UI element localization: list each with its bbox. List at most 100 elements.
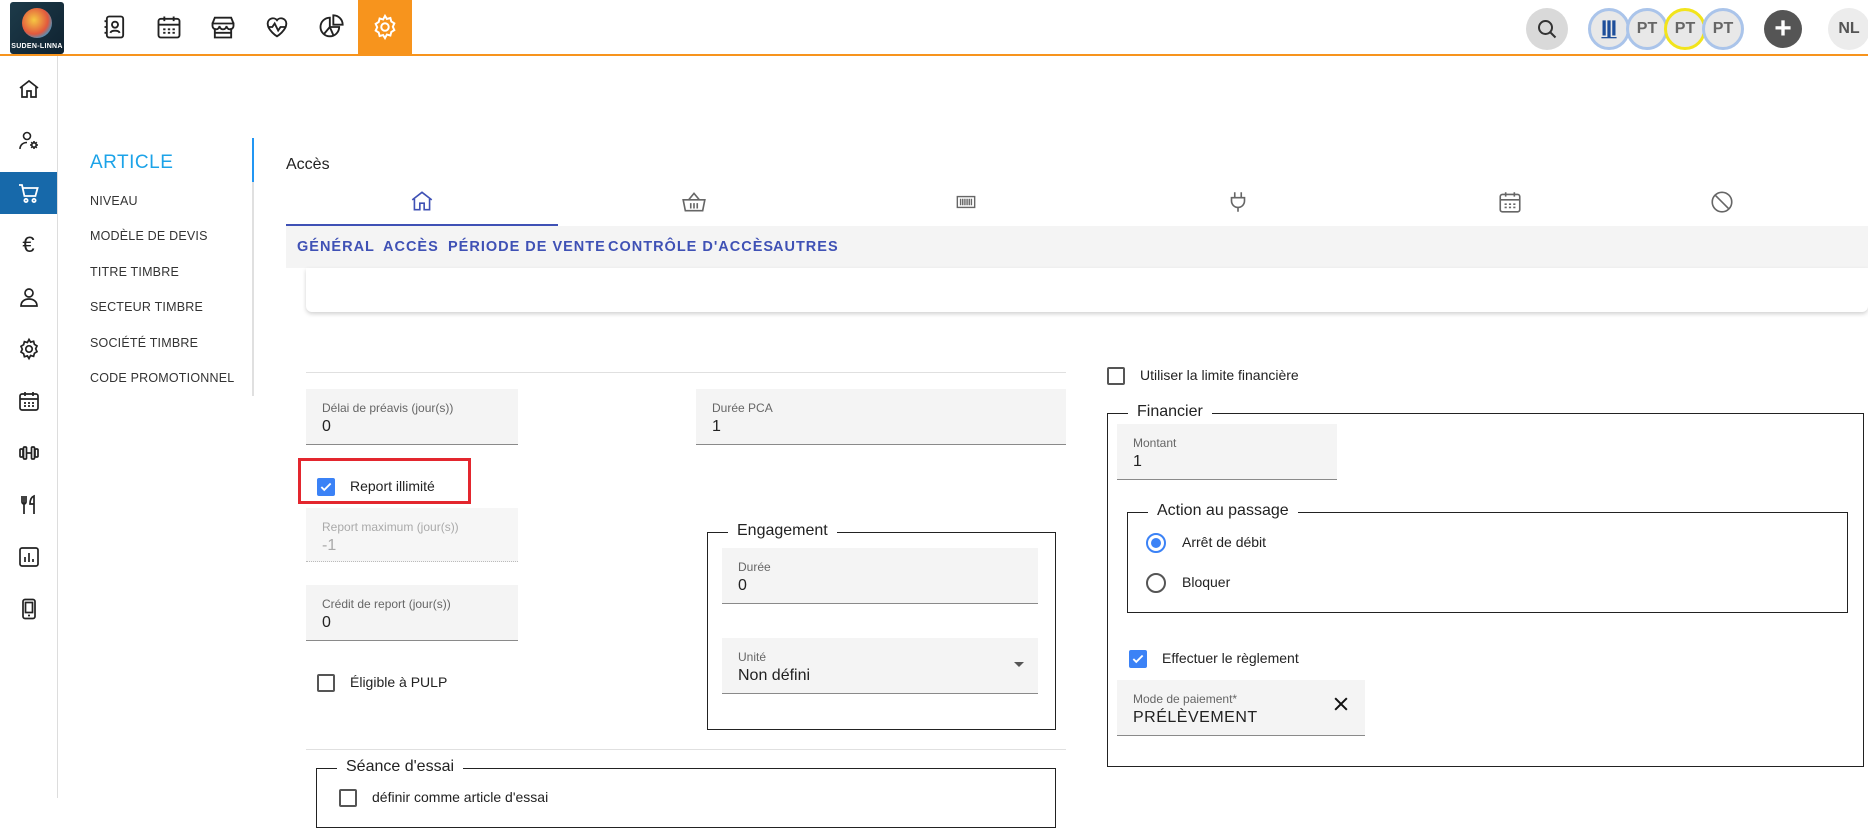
logo-emblem-icon [22, 8, 52, 38]
mobile-icon [21, 598, 36, 620]
montant-value: 1 [1133, 453, 1142, 470]
subnav-item-titre-timbre[interactable]: TITRE TIMBRE [90, 265, 179, 279]
sidebar-item-cart[interactable] [0, 172, 57, 214]
article-essai-checkbox[interactable] [339, 789, 357, 807]
block-icon [1711, 191, 1733, 213]
financier-legend: Financier [1128, 403, 1212, 421]
sidebar-item-restaurant[interactable] [0, 484, 57, 526]
sidebar-item-mobile[interactable] [0, 588, 57, 630]
subnav-title-article[interactable]: ARTICLE [90, 152, 173, 174]
avatar-pt-1[interactable]: PT [1626, 8, 1668, 50]
heartbeat-icon [266, 17, 288, 38]
mode-paiement-value: PRÉLÈVEMENT [1133, 709, 1258, 726]
icon-tab-basket[interactable] [558, 178, 830, 226]
topnav-settings-button[interactable] [358, 0, 412, 54]
close-icon[interactable] [1331, 694, 1351, 714]
duree-pca-label: Durée PCA [712, 401, 773, 415]
radio-arret-debit[interactable] [1146, 533, 1166, 553]
engagement-legend: Engagement [728, 522, 837, 540]
subnav-item-niveau[interactable]: NIVEAU [90, 194, 138, 208]
check-icon [320, 482, 332, 492]
global-search-button[interactable] [1526, 8, 1568, 50]
sidebar-item-settings[interactable] [0, 328, 57, 370]
restaurant-icon [20, 494, 35, 514]
preavis-label: Délai de préavis (jour(s)) [322, 401, 454, 415]
home-icon [411, 191, 433, 211]
credit-report-value: 0 [322, 614, 331, 631]
tab-acces[interactable]: ACCÈS [383, 239, 439, 255]
eligible-pulp-checkbox[interactable] [317, 674, 335, 692]
engagement-unite-select[interactable]: Unité Non défini [722, 638, 1038, 694]
limite-financiere-checkbox[interactable] [1107, 367, 1125, 385]
user-settings-icon [18, 131, 38, 150]
calendar-icon [1499, 192, 1521, 213]
engagement-unite-value: Non défini [738, 667, 811, 684]
radio-bloquer[interactable] [1146, 573, 1166, 593]
sidebar: € [0, 56, 58, 798]
sidebar-item-calendar[interactable] [0, 380, 57, 422]
settings-icon [374, 13, 396, 41]
duree-pca-field[interactable]: Durée PCA 1 [696, 389, 1066, 445]
icon-tab-barcode[interactable] [830, 178, 1102, 226]
sidebar-item-home[interactable] [0, 68, 57, 110]
topnav-shop-button[interactable] [196, 0, 250, 54]
mode-paiement-field[interactable]: Mode de paiement* PRÉLÈVEMENT [1117, 680, 1365, 736]
sidebar-item-user-settings[interactable] [0, 120, 57, 162]
preavis-field[interactable]: Délai de préavis (jour(s)) 0 [306, 389, 518, 445]
heitz-logo-icon [1601, 20, 1617, 39]
sidebar-item-fitness[interactable] [0, 432, 57, 474]
report-illimite-checkbox[interactable] [317, 478, 335, 496]
tab-controle-acces[interactable]: CONTRÔLE D'ACCÈS [608, 239, 774, 255]
effectuer-reglement-checkbox[interactable] [1129, 650, 1147, 668]
add-button[interactable]: + [1764, 10, 1802, 48]
credit-report-field[interactable]: Crédit de report (jour(s)) 0 [306, 585, 518, 641]
avatar-pt-2[interactable]: PT [1664, 8, 1706, 50]
topnav-activity-button[interactable] [250, 0, 304, 54]
tab-periode-vente[interactable]: PÉRIODE DE VENTE [448, 239, 606, 255]
icon-tab-home[interactable] [286, 178, 558, 226]
report-max-value: -1 [322, 537, 337, 554]
subnav-item-code-promotionnel[interactable]: CODE PROMOTIONNEL [90, 371, 234, 385]
user-menu-button[interactable]: NL [1828, 8, 1868, 50]
tab-general[interactable]: GÉNÉRAL [297, 239, 375, 255]
top-bar: SUDEN-LINNA PT PT PT + NL [0, 0, 1868, 56]
duree-pca-value: 1 [712, 418, 721, 435]
sidebar-item-reports[interactable] [0, 536, 57, 578]
chevron-down-icon [1014, 662, 1024, 667]
engagement-duree-label: Durée [738, 560, 771, 574]
tab-autres[interactable]: AUTRES [773, 239, 839, 255]
icon-tab-plug[interactable] [1102, 178, 1374, 226]
topnav-stats-button[interactable] [304, 0, 358, 54]
credit-report-label: Crédit de report (jour(s)) [322, 597, 451, 611]
subnav-item-secteur-timbre[interactable]: SECTEUR TIMBRE [90, 300, 203, 314]
section-divider-bottom [306, 749, 1066, 750]
engagement-unite-label: Unité [738, 650, 767, 664]
seance-essai-legend: Séance d'essai [337, 758, 464, 776]
home-icon [18, 79, 39, 98]
plug-icon [1230, 192, 1246, 212]
topnav-contacts-button[interactable] [88, 0, 142, 54]
engagement-duree-field[interactable]: Durée 0 [722, 548, 1038, 604]
action-passage-legend: Action au passage [1148, 502, 1298, 520]
action-passage-fieldset: Action au passage Arrêt de débit Bloquer [1127, 502, 1848, 613]
engagement-duree-value: 0 [738, 577, 747, 594]
avatar-pt-3[interactable]: PT [1702, 8, 1744, 50]
avatar-heitz[interactable] [1588, 8, 1630, 50]
montant-label: Montant [1133, 436, 1177, 450]
report-max-field: Report maximum (jour(s)) -1 [306, 508, 518, 562]
montant-field[interactable]: Montant 1 [1117, 424, 1337, 480]
collapsed-card [306, 268, 1868, 312]
topnav-calendar-button[interactable] [142, 0, 196, 54]
search-icon [1538, 20, 1557, 39]
article-subnav: ARTICLE NIVEAU MODÈLE DE DEVIS TITRE TIM… [58, 138, 254, 396]
check-icon [1132, 654, 1144, 664]
contacts-icon [104, 15, 125, 39]
icon-tab-block[interactable] [1586, 178, 1858, 226]
subnav-item-societe-timbre[interactable]: SOCIÉTÉ TIMBRE [90, 336, 198, 350]
sidebar-item-finance[interactable]: € [0, 224, 57, 266]
app-logo[interactable]: SUDEN-LINNA [10, 2, 64, 54]
cart-icon [18, 184, 39, 203]
subnav-item-modele-devis[interactable]: MODÈLE DE DEVIS [90, 229, 208, 243]
subnav-active-indicator [252, 138, 254, 182]
sidebar-item-person[interactable] [0, 276, 57, 318]
